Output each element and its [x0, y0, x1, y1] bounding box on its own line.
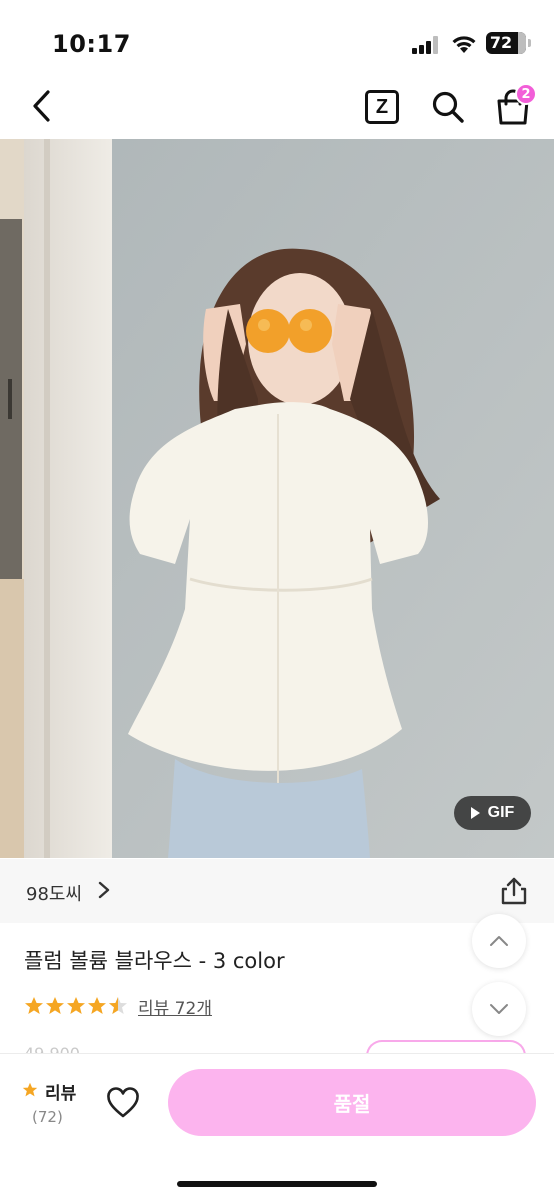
- zigzag-button[interactable]: Z: [365, 90, 399, 124]
- battery-level: 72: [489, 33, 513, 52]
- review-summary-label[interactable]: 리뷰: [45, 1079, 76, 1104]
- product-photo: [0, 139, 554, 858]
- review-link[interactable]: 리뷰 72개: [138, 994, 212, 1019]
- status-bar: 10:17 72: [0, 0, 554, 80]
- zigzag-logo-label: Z: [375, 95, 389, 118]
- battery-icon: 72: [486, 32, 526, 54]
- rating-row: 리뷰 72개: [24, 993, 212, 1019]
- home-indicator: [177, 1181, 377, 1187]
- star-icon: [25, 997, 43, 1014]
- chevron-up-icon: [490, 936, 508, 946]
- product-title: 플럼 볼륨 블라우스 - 3 color: [24, 949, 285, 973]
- status-time: 10:17: [52, 30, 131, 58]
- chevron-down-icon: [490, 1004, 508, 1014]
- rating-stars: [24, 996, 128, 1016]
- scroll-down-button[interactable]: [472, 982, 526, 1036]
- shop-name[interactable]: 98도씨: [26, 880, 82, 906]
- gif-label: GIF: [487, 804, 515, 821]
- scroll-up-button[interactable]: [472, 914, 526, 968]
- review-summary-count[interactable]: (72): [32, 1108, 63, 1126]
- wifi-icon: [452, 36, 476, 53]
- soldout-button[interactable]: 품절: [168, 1069, 536, 1136]
- star-icon: [46, 997, 64, 1014]
- half-star-icon: [109, 997, 127, 1014]
- chevron-right-icon: [98, 881, 110, 899]
- gif-badge[interactable]: GIF: [454, 796, 531, 830]
- star-icon: [22, 1082, 38, 1097]
- heart-icon[interactable]: [106, 1087, 140, 1119]
- chevron-left-icon: [33, 90, 50, 122]
- product-image[interactable]: [0, 139, 554, 858]
- back-button[interactable]: [22, 86, 62, 126]
- share-icon[interactable]: [500, 876, 528, 906]
- star-icon: [88, 997, 106, 1014]
- signal-icon: [412, 36, 442, 54]
- cart-count-badge: 2: [515, 83, 537, 105]
- play-icon: [470, 807, 480, 819]
- search-icon[interactable]: [430, 89, 466, 125]
- star-icon: [67, 997, 85, 1014]
- shop-row[interactable]: 98도씨: [0, 859, 554, 923]
